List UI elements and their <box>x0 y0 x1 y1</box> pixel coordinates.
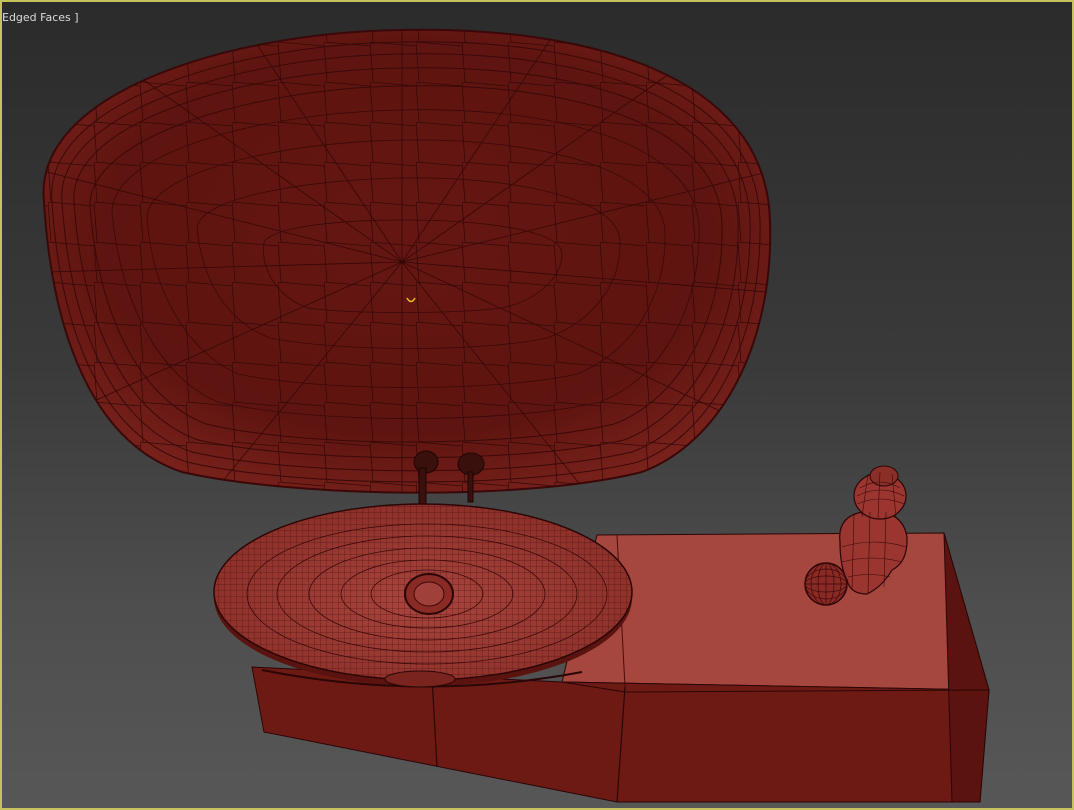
scene-canvas[interactable] <box>2 2 1074 810</box>
perspective-viewport[interactable]: Edged Faces ] <box>0 0 1074 810</box>
decorative-ball[interactable] <box>804 562 848 606</box>
oval-mirror[interactable] <box>2 2 802 522</box>
